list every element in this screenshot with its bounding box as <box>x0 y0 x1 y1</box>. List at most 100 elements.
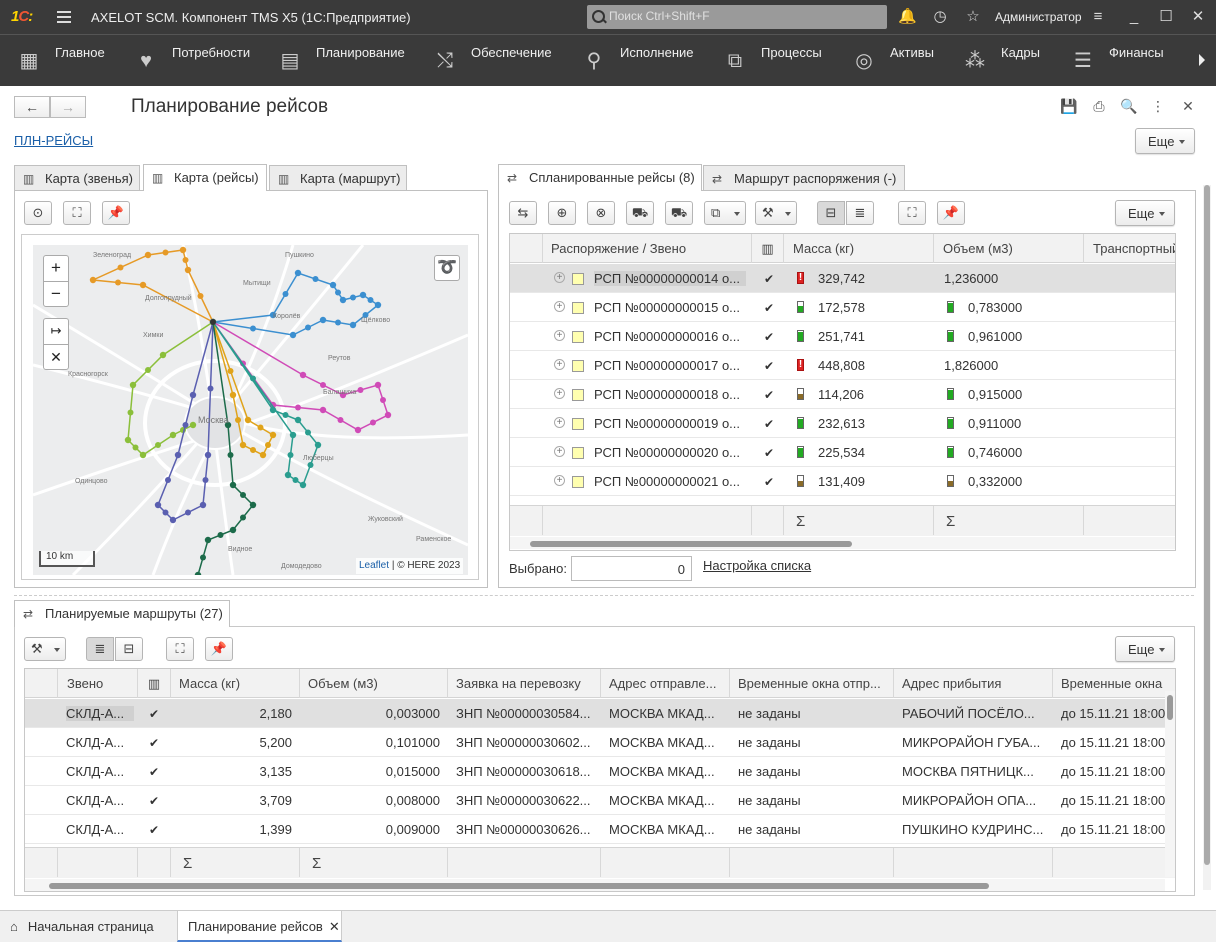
save-icon[interactable]: 💾 <box>1060 98 1077 114</box>
header-mass[interactable]: Масса (кг) <box>171 669 300 698</box>
locate-button[interactable]: ⊙ <box>24 201 52 225</box>
expand-row-icon[interactable]: + <box>554 272 565 283</box>
header-from[interactable]: Адрес отправле... <box>601 669 730 698</box>
lasso-icon[interactable]: ➰ <box>434 255 460 281</box>
expand-row-icon[interactable]: + <box>554 446 565 457</box>
copy-menu-button[interactable]: ⧉ <box>704 201 746 225</box>
pin-button[interactable]: 📌 <box>102 201 130 225</box>
header-window-to[interactable]: Временные окна <box>1053 669 1175 698</box>
zoom-in-button[interactable]: + <box>43 255 69 281</box>
scroll-thumb[interactable] <box>49 883 989 889</box>
splitter[interactable] <box>14 595 1194 596</box>
main-menu-icon[interactable] <box>57 11 71 23</box>
on-map-check-icon[interactable]: ✔ <box>764 417 774 431</box>
trip-row[interactable]: + РСП №00000000016 о... ✔ 251,741 0,961000 <box>510 322 1175 351</box>
back-button[interactable]: ← <box>14 96 50 118</box>
leaflet-link[interactable]: Leaflet <box>359 560 389 571</box>
route-row[interactable]: ✔ СКЛД-А... 3,135 0,015000 ЗНП №00000030618.… <box>25 757 1165 786</box>
tab-planned-routes[interactable]: ⇄ Планируемые маршруты (27) <box>14 600 230 627</box>
add-truck-button[interactable]: ⛟ <box>626 201 654 225</box>
routes-pin-button[interactable]: 📌 <box>205 637 233 661</box>
selected-count-field[interactable]: 0 <box>571 556 692 581</box>
routes-vscroll[interactable] <box>1165 691 1175 877</box>
trip-row[interactable]: + РСП №00000000017 о... ✔! 448,808 1,826000 <box>510 351 1175 380</box>
routes-more-button[interactable]: Еще <box>1115 636 1175 662</box>
on-map-check-icon[interactable]: ✔ <box>764 359 774 373</box>
trips-scrollbar[interactable] <box>510 537 1175 549</box>
close-page-icon[interactable]: ✕ <box>1180 98 1196 114</box>
preview-icon[interactable]: 🔍 <box>1120 98 1137 114</box>
header-map[interactable]: ▥ <box>752 234 784 263</box>
header-map[interactable]: ▥ <box>138 669 171 698</box>
bell-icon[interactable]: 🔔 <box>898 9 917 25</box>
expand-row-icon[interactable]: + <box>554 301 565 312</box>
on-map-check-icon[interactable]: ✔ <box>149 736 159 750</box>
tab-map-route[interactable]: ▥ Карта (маршрут) <box>269 165 407 191</box>
route-map[interactable]: Пушкино Долгопрудный Химки Красногорск Корол… <box>33 245 468 575</box>
add-link-button[interactable]: ⊕ <box>548 201 576 225</box>
trip-action-1-button[interactable]: ⇆ <box>509 201 537 225</box>
scroll-thumb[interactable] <box>530 541 852 547</box>
header-to[interactable]: Адрес прибытия <box>894 669 1053 698</box>
route-row[interactable]: ✔ СКЛД-А... 3,709 0,008000 ЗНП №00000030622.… <box>25 786 1165 815</box>
forward-button[interactable]: → <box>50 96 86 118</box>
route-row[interactable]: ✔ СКЛД-А... 1,399 0,009000 ЗНП №00000030626.… <box>25 815 1165 844</box>
remove-link-button[interactable]: ⊗ <box>587 201 615 225</box>
user-name[interactable]: Администратор <box>995 10 1082 24</box>
history-icon[interactable]: ◷ <box>932 9 948 25</box>
scroll-thumb[interactable] <box>1167 695 1173 720</box>
routes-tree-view-button[interactable]: ⊟ <box>115 637 143 661</box>
on-map-check-icon[interactable]: ✔ <box>149 823 159 837</box>
fit-trips-button[interactable]: ⛶ <box>898 201 926 225</box>
sections-scroll-right-icon[interactable] <box>1199 54 1205 66</box>
list-settings-link[interactable]: Настройка списка <box>703 558 811 573</box>
star-icon[interactable]: ☆ <box>965 9 981 25</box>
maximize-icon[interactable]: ☐ <box>1158 9 1174 25</box>
trip-row[interactable]: + РСП №00000000021 о... ✔ 131,409 0,332000 <box>510 467 1175 496</box>
page-more-button[interactable]: Еще <box>1135 128 1195 154</box>
on-map-check-icon[interactable]: ✔ <box>764 475 774 489</box>
tools-menu-button[interactable]: ⚒ <box>755 201 797 225</box>
expand-row-icon[interactable]: + <box>554 417 565 428</box>
close-tab-icon[interactable]: ✕ <box>329 919 340 934</box>
on-map-check-icon[interactable]: ✔ <box>764 272 774 286</box>
route-map-canvas[interactable]: Пушкино Долгопрудный Химки Красногорск Корол… <box>33 245 468 575</box>
header-transport[interactable]: Транспортный <box>1084 234 1175 263</box>
on-map-check-icon[interactable]: ✔ <box>149 765 159 779</box>
on-map-check-icon[interactable]: ✔ <box>764 446 774 460</box>
print-icon[interactable]: ⎙ <box>1091 98 1107 114</box>
trip-row[interactable]: + РСП №00000000020 о... ✔ 225,534 0,746000 <box>510 438 1175 467</box>
clear-icon[interactable]: ✕ <box>43 344 69 370</box>
routes-list-view-button[interactable]: ≣ <box>86 637 114 661</box>
trip-row[interactable]: + РСП №00000000018 о... ✔ 114,206 0,915000 <box>510 380 1175 409</box>
more-actions-icon[interactable]: ⋮ <box>1150 98 1166 114</box>
on-map-check-icon[interactable]: ✔ <box>149 707 159 721</box>
expand-row-icon[interactable]: + <box>554 475 565 486</box>
remove-truck-button[interactable]: ⛟ <box>665 201 693 225</box>
on-map-check-icon[interactable]: ✔ <box>764 330 774 344</box>
header-request[interactable]: Заявка на перевозку <box>448 669 601 698</box>
on-map-check-icon[interactable]: ✔ <box>764 301 774 315</box>
trip-row[interactable]: + РСП №00000000014 о... ✔! 329,742 1,236000 <box>510 264 1175 293</box>
on-map-check-icon[interactable]: ✔ <box>149 794 159 808</box>
page-scroll-thumb[interactable] <box>1204 185 1210 865</box>
header-window-from[interactable]: Временные окна отпр... <box>730 669 894 698</box>
settings-menu-icon[interactable]: ≡ <box>1090 9 1106 25</box>
header-volume[interactable]: Объем (м3) <box>934 234 1084 263</box>
tab-order-route[interactable]: ⇄ Маршрут распоряжения (-) <box>703 165 905 191</box>
trips-more-button[interactable]: Еще <box>1115 200 1175 226</box>
trip-row[interactable]: + РСП №00000000019 о... ✔ 232,613 0,911000 <box>510 409 1175 438</box>
tab-map-links[interactable]: ▥ Карта (звенья) <box>14 165 140 191</box>
fit-bounds-button[interactable]: ⛶ <box>63 201 91 225</box>
planning-tab[interactable]: Планирование рейсов ✕ <box>177 911 342 942</box>
expand-row-icon[interactable]: + <box>554 388 565 399</box>
tab-planned-trips[interactable]: ⇄ Спланированные рейсы (8) <box>498 164 702 191</box>
header-link[interactable]: Звено <box>58 669 138 698</box>
on-map-check-icon[interactable]: ✔ <box>764 388 774 402</box>
routes-scrollbar[interactable] <box>25 879 1165 891</box>
pin-trips-button[interactable]: 📌 <box>937 201 965 225</box>
expand-row-icon[interactable]: + <box>554 359 565 370</box>
route-row[interactable]: ✔ СКЛД-А... 5,200 0,101000 ЗНП №00000030602.… <box>25 728 1165 757</box>
measure-icon[interactable]: ↦ <box>43 318 69 344</box>
tab-map-trips[interactable]: ▥ Карта (рейсы) <box>143 164 267 191</box>
